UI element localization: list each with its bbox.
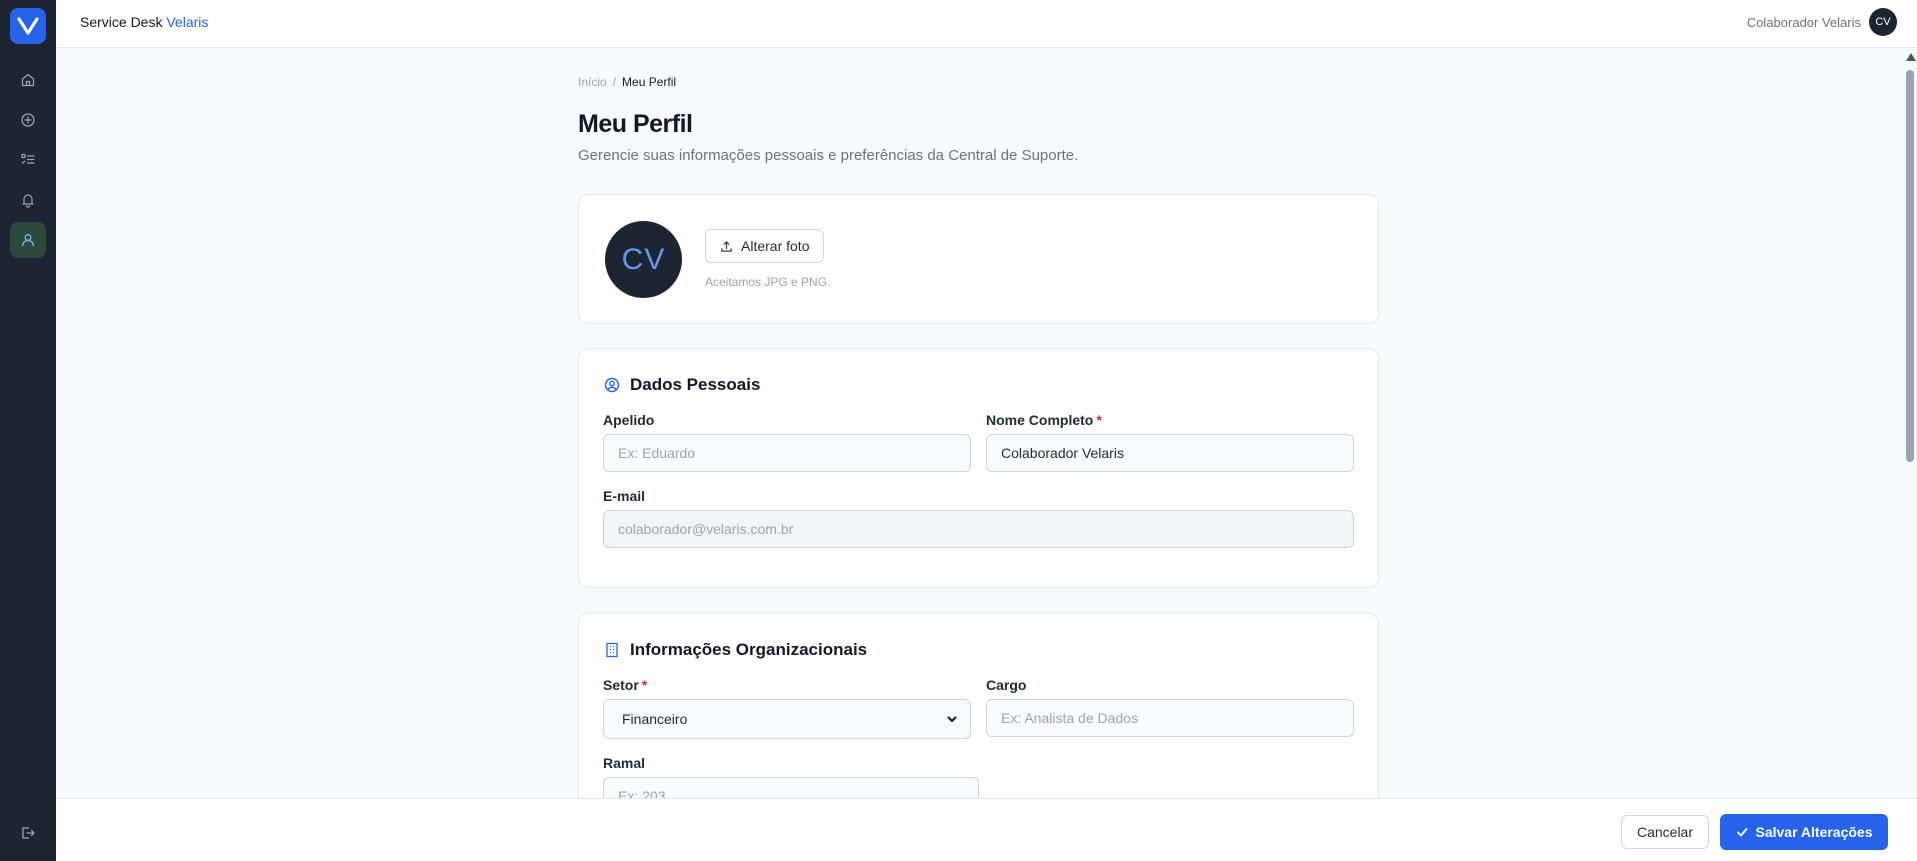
photo-card: CV Alterar foto Aceitamos JPG e PNG. xyxy=(578,194,1379,324)
brand-prefix: Service Desk xyxy=(80,14,163,30)
bell-icon xyxy=(22,194,34,208)
list-checks-icon xyxy=(21,153,35,164)
fullname-label: Nome Completo * xyxy=(986,412,1102,428)
user-circle-icon xyxy=(604,377,620,393)
logout-button[interactable] xyxy=(10,815,46,851)
email-label: E-mail xyxy=(603,488,646,504)
personal-data-heading: Dados Pessoais xyxy=(604,375,760,395)
sector-select[interactable]: Financeiro xyxy=(603,699,971,739)
nickname-label: Apelido xyxy=(603,412,655,428)
sector-selected-value: Financeiro xyxy=(622,711,688,727)
brand-title[interactable]: Service Desk Velaris xyxy=(80,14,208,30)
user-icon xyxy=(21,234,35,247)
required-mark: * xyxy=(1096,412,1102,428)
organizational-title: Informações Organizacionais xyxy=(630,640,868,659)
sidebar xyxy=(0,0,56,861)
breadcrumb-home-link[interactable]: Início xyxy=(578,75,607,89)
scroll-thumb[interactable] xyxy=(1906,70,1914,462)
building-icon xyxy=(606,642,618,658)
photo-format-hint: Aceitamos JPG e PNG. xyxy=(705,275,831,289)
sector-label: Setor * xyxy=(603,677,648,693)
nav-new-ticket[interactable] xyxy=(10,102,46,138)
chevron-down-icon xyxy=(947,716,957,722)
nav-profile[interactable] xyxy=(10,222,46,258)
logout-icon xyxy=(22,827,35,839)
nav-home[interactable] xyxy=(10,62,46,98)
organizational-card: Informações Organizacionais Setor * Finan… xyxy=(578,613,1379,815)
upload-icon xyxy=(721,240,732,252)
page-subtitle: Gerencie suas informações pessoais e pre… xyxy=(578,147,1079,164)
brand-accent: Velaris xyxy=(166,14,209,30)
profile-avatar: CV xyxy=(605,221,682,298)
cancel-button[interactable]: Cancelar xyxy=(1620,815,1709,849)
required-mark: * xyxy=(641,677,648,693)
scrollbar[interactable] xyxy=(1903,48,1917,798)
nav-notifications[interactable] xyxy=(10,182,46,218)
scroll-up-arrow[interactable] xyxy=(1906,53,1916,61)
extension-label: Ramal xyxy=(603,755,646,771)
fullname-input[interactable] xyxy=(986,434,1354,472)
plus-circle-icon xyxy=(21,113,35,127)
breadcrumb: Início / Meu Perfil xyxy=(578,75,676,89)
page-title: Meu Perfil xyxy=(578,110,693,138)
breadcrumb-separator: / xyxy=(612,75,617,89)
email-input xyxy=(603,510,1354,548)
change-photo-button[interactable]: Alterar foto xyxy=(705,229,825,263)
top-header: Service Desk Velaris Colaborador Velaris… xyxy=(56,0,1917,48)
save-button[interactable]: Salvar Alterações xyxy=(1720,814,1888,850)
footer-action-bar: Cancelar Salvar Alterações xyxy=(56,798,1917,861)
personal-data-card: Dados Pessoais Apelido Nome Completo* E-… xyxy=(578,348,1379,588)
personal-data-title: Dados Pessoais xyxy=(630,375,761,394)
role-label: Cargo xyxy=(986,677,1027,693)
role-input[interactable] xyxy=(986,699,1354,737)
change-photo-label: Alterar foto xyxy=(741,238,810,254)
user-menu[interactable]: Colaborador Velaris CV xyxy=(1747,8,1897,36)
organizational-heading: Informações Organizacionais xyxy=(604,640,867,660)
nav-tickets[interactable] xyxy=(10,142,46,178)
nickname-input[interactable] xyxy=(603,434,971,472)
cancel-label: Cancelar xyxy=(1636,824,1693,840)
user-avatar[interactable]: CV xyxy=(1869,8,1897,36)
save-label: Salvar Alterações xyxy=(1755,824,1873,840)
breadcrumb-current: Meu Perfil xyxy=(622,75,677,89)
velaris-v-logo-icon xyxy=(17,17,39,35)
home-icon xyxy=(21,73,35,87)
user-name: Colaborador Velaris xyxy=(1746,14,1861,30)
velaris-logo[interactable] xyxy=(10,8,46,44)
check-icon xyxy=(1736,828,1747,837)
